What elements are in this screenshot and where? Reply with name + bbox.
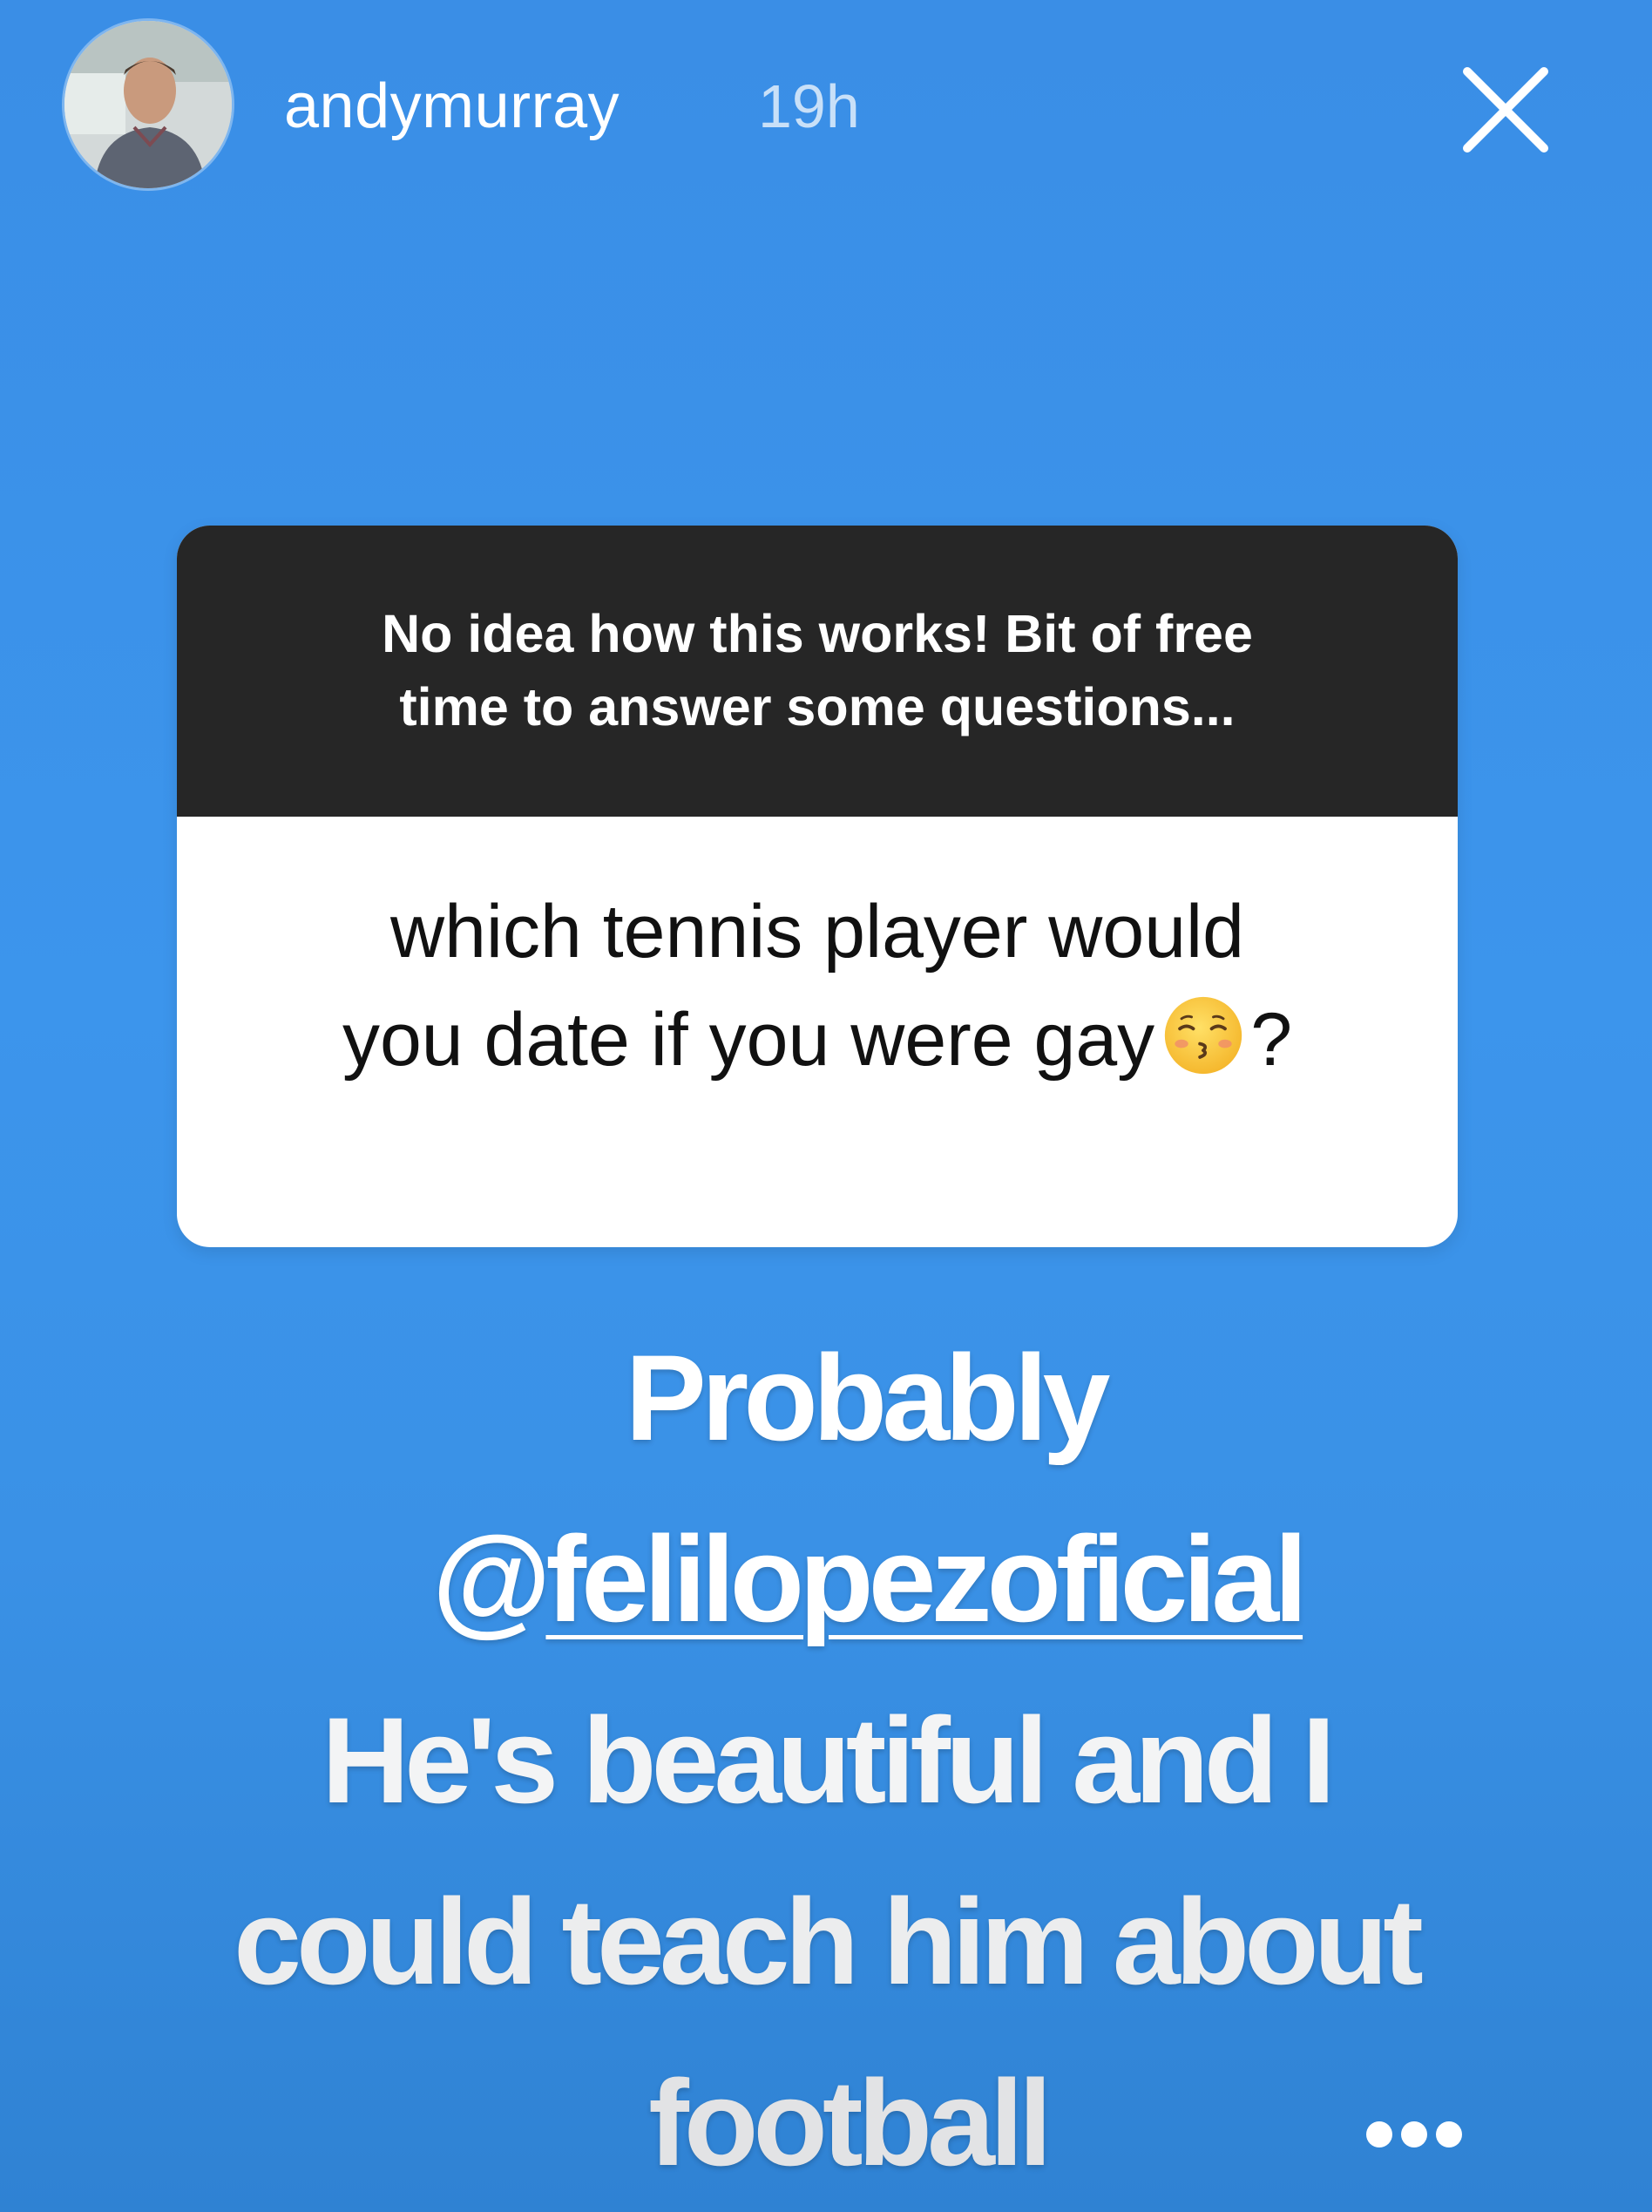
close-icon — [1463, 67, 1548, 153]
question-text: which tennis player would you date if yo… — [177, 817, 1458, 1094]
answer-line-1: Probably — [625, 1329, 1110, 1466]
question-prompt: No idea how this works! Bit of free time… — [177, 526, 1458, 817]
story-header: andymurray 19h — [0, 0, 1652, 218]
prompt-line-1: No idea how this works! Bit of free — [382, 604, 1253, 663]
avatar[interactable] — [64, 21, 232, 188]
question-sticker[interactable]: No idea how this works! Bit of free time… — [177, 526, 1458, 1247]
mention-at: @ — [431, 1510, 551, 1647]
close-button[interactable] — [1453, 58, 1558, 162]
answer-mention-line: @felilopezoficial — [0, 1489, 1652, 1670]
story-view[interactable]: andymurray 19h No idea how this works! B… — [0, 0, 1652, 2212]
timestamp: 19h — [758, 72, 860, 140]
answer-text: Probably @felilopezoficial He's beautifu… — [0, 1307, 1652, 2212]
question-line-1: which tennis player would — [390, 890, 1244, 974]
prompt-line-2: time to answer some questions... — [399, 677, 1236, 736]
kissing-face-emoji-icon — [1165, 996, 1242, 1075]
more-options-icon — [1366, 2121, 1462, 2148]
question-mark: ? — [1250, 998, 1293, 1082]
question-line-2-text: you date if you were gay — [342, 998, 1155, 1082]
answer-line-3: He's beautiful and I — [322, 1692, 1336, 1829]
answer-line-4: could teach him about — [234, 1873, 1424, 2010]
mention-link[interactable]: felilopezoficial — [545, 1510, 1308, 1647]
username[interactable]: andymurray — [284, 71, 620, 141]
profile-photo-icon — [64, 21, 232, 188]
question-line-2: you date if you were gay ? — [177, 986, 1458, 1094]
more-options-button[interactable] — [1357, 2113, 1471, 2156]
